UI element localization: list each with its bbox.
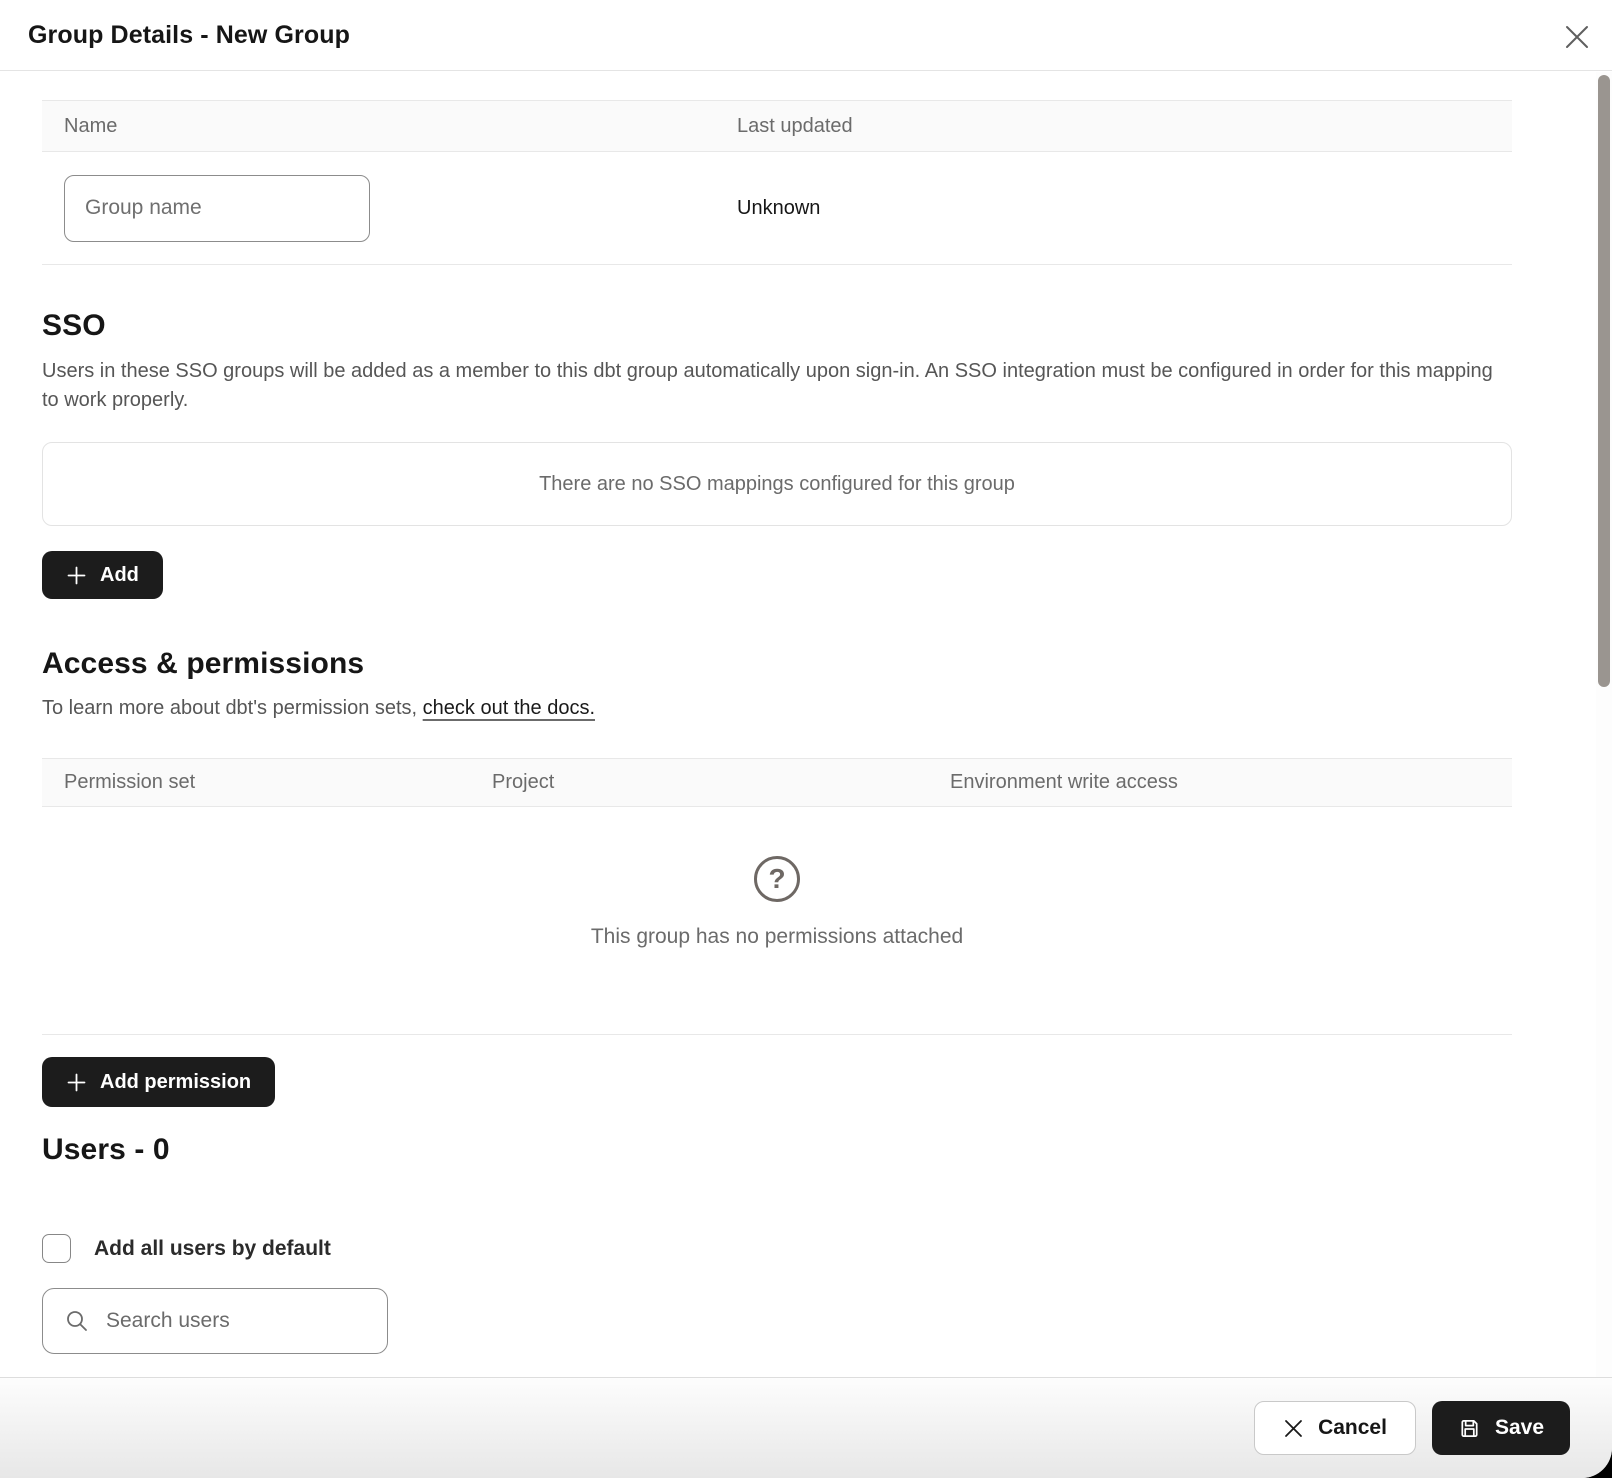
add-all-users-checkbox[interactable]: [42, 1234, 71, 1263]
last-updated-value: Unknown: [715, 197, 820, 220]
add-sso-mapping-button[interactable]: Add: [42, 551, 163, 599]
modal-footer: Cancel Save: [0, 1377, 1612, 1478]
environment-write-access-column-header: Environment write access: [928, 771, 1178, 794]
group-name-table: Name Last updated Unknown: [42, 100, 1512, 265]
add-permission-button[interactable]: Add permission: [42, 1057, 275, 1107]
save-button[interactable]: Save: [1432, 1401, 1570, 1455]
group-name-input[interactable]: [64, 175, 370, 242]
search-users-field[interactable]: [42, 1288, 388, 1354]
permissions-empty-state: ? This group has no permissions attached: [42, 807, 1512, 1035]
save-label: Save: [1495, 1416, 1544, 1440]
cancel-button[interactable]: Cancel: [1254, 1401, 1416, 1455]
permission-set-column-header: Permission set: [42, 771, 470, 794]
cancel-x-icon: [1283, 1418, 1304, 1439]
name-table-header-row: Name Last updated: [42, 100, 1512, 152]
scrollbar-track[interactable]: [1596, 72, 1612, 1377]
name-table-row: Unknown: [42, 152, 1512, 265]
sso-empty-state-text: There are no SSO mappings configured for…: [539, 473, 1015, 496]
name-column-header: Name: [42, 115, 715, 138]
cancel-label: Cancel: [1318, 1416, 1387, 1440]
add-permission-label: Add permission: [100, 1071, 251, 1094]
docs-link[interactable]: check out the docs.: [423, 697, 595, 719]
last-updated-column-header: Last updated: [715, 115, 853, 138]
group-details-modal: Group Details - New Group Name Last upda…: [0, 0, 1612, 1478]
users-section-heading: Users - 0: [42, 1133, 1554, 1167]
permissions-section-heading: Access & permissions: [42, 647, 1554, 681]
permissions-table: Permission set Project Environment write…: [42, 758, 1512, 1035]
group-name-cell: [42, 175, 715, 242]
sso-section-description: Users in these SSO groups will be added …: [42, 357, 1508, 415]
sso-section-heading: SSO: [42, 309, 1554, 343]
add-all-users-row: Add all users by default: [42, 1234, 1554, 1263]
close-icon: [1564, 24, 1590, 50]
modal-header: Group Details - New Group: [0, 0, 1612, 71]
close-button[interactable]: [1562, 22, 1592, 52]
project-column-header: Project: [470, 771, 928, 794]
permissions-table-header-row: Permission set Project Environment write…: [42, 758, 1512, 807]
help-circle-icon: ?: [754, 856, 800, 902]
permissions-description-text: To learn more about dbt's permission set…: [42, 697, 423, 719]
permissions-section-description: To learn more about dbt's permission set…: [42, 697, 1554, 720]
search-icon: [65, 1309, 89, 1333]
permissions-empty-state-text: This group has no permissions attached: [591, 925, 963, 949]
save-floppy-icon: [1458, 1417, 1481, 1440]
scrollbar-thumb[interactable]: [1598, 75, 1610, 687]
add-all-users-label[interactable]: Add all users by default: [94, 1237, 331, 1261]
search-users-input[interactable]: [106, 1309, 346, 1333]
add-sso-mapping-label: Add: [100, 564, 139, 587]
sso-empty-state: There are no SSO mappings configured for…: [42, 442, 1512, 526]
page-title: Group Details - New Group: [28, 21, 350, 50]
plus-icon: [66, 565, 87, 586]
modal-body: Name Last updated Unknown SSO Users in t…: [0, 71, 1612, 1377]
plus-icon: [66, 1072, 87, 1093]
